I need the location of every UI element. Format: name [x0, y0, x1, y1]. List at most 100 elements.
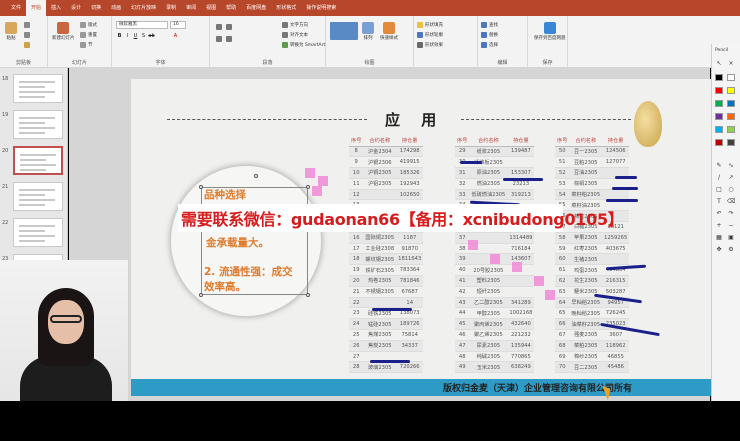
ribbon-tab[interactable]: 幻灯片放映	[126, 0, 161, 16]
resize-handle-bl[interactable]	[199, 293, 203, 297]
rotate-handle[interactable]	[254, 174, 258, 178]
rectangle-tool-icon[interactable]: □	[715, 186, 723, 194]
line-tool-icon[interactable]: /	[715, 174, 723, 182]
undo-icon[interactable]: ↶	[715, 210, 723, 218]
shape-effects-button[interactable]: 形状效果	[417, 42, 443, 48]
color-swatch[interactable]	[727, 126, 735, 133]
layout-button[interactable]: 版式	[80, 22, 97, 28]
strike-button[interactable]: ab	[148, 33, 155, 40]
select-button[interactable]: 选择	[481, 42, 498, 48]
resize-handle-br[interactable]	[306, 293, 310, 297]
slide-thumbnail[interactable]	[13, 146, 63, 175]
italic-button[interactable]: I	[124, 33, 131, 40]
resize-handle-tr[interactable]	[306, 185, 310, 189]
ribbon-tab[interactable]: 开始	[26, 0, 47, 16]
smartart-button[interactable]: 转换为 SmartArt	[282, 42, 325, 48]
underline-button[interactable]: U	[132, 33, 139, 40]
zoom-out-icon[interactable]: −	[727, 222, 735, 230]
grid-icon[interactable]: ▦	[715, 234, 723, 242]
pointer-tool-icon[interactable]: ↖	[715, 60, 723, 68]
move-icon[interactable]: ✥	[715, 246, 723, 254]
table-cell: 豆一2305	[569, 146, 603, 158]
ribbon-tab[interactable]: 动画	[106, 0, 126, 16]
ribbon-tab[interactable]: 文件	[6, 0, 26, 16]
slide-thumbnail[interactable]	[13, 110, 63, 139]
thumbnail-content-line	[19, 230, 45, 232]
color-swatch[interactable]	[715, 100, 723, 107]
ribbon-tab[interactable]: 帮助	[221, 0, 241, 16]
ellipse-tool-icon[interactable]: ○	[727, 186, 735, 194]
numbering-button[interactable]	[226, 24, 232, 30]
table-row: 29 纸浆2305 139487	[455, 146, 535, 158]
replace-button[interactable]: 替换	[481, 32, 498, 38]
ribbon-tab[interactable]: 切换	[86, 0, 106, 16]
thumbnail-content-line	[19, 81, 55, 83]
color-swatch[interactable]	[715, 113, 723, 120]
bold-button[interactable]: B	[116, 33, 123, 40]
quick-styles-icon	[383, 22, 395, 34]
pen-tool-icon[interactable]: ✎	[715, 162, 723, 170]
trash-icon[interactable]: ▣	[727, 234, 735, 242]
arrange-button[interactable]: 排列	[362, 22, 374, 41]
settings-icon[interactable]: ⚙	[727, 246, 735, 254]
slide-title[interactable]: 应 用	[385, 109, 444, 130]
bullets-button[interactable]	[216, 24, 222, 30]
copy-icon	[24, 32, 30, 38]
color-swatch[interactable]	[727, 74, 735, 81]
color-swatch[interactable]	[727, 139, 735, 146]
text-tool-icon[interactable]: T	[715, 198, 723, 206]
ribbon-tab[interactable]: 百度网盘	[241, 0, 271, 16]
bullets-icon	[216, 24, 222, 30]
font-color-button[interactable]: A	[172, 33, 179, 40]
ribbon-tab[interactable]: 录制	[161, 0, 181, 16]
cut-button[interactable]	[24, 22, 30, 28]
table-row: 41 塑料2305	[455, 275, 535, 287]
shapes-gallery[interactable]	[330, 22, 358, 40]
color-swatch[interactable]	[715, 126, 723, 133]
color-swatch[interactable]	[727, 87, 735, 94]
align-text-button[interactable]: 对齐文本	[282, 32, 308, 38]
find-button[interactable]: 查找	[481, 22, 498, 28]
baidu-save-button[interactable]: 保存到百度网盘	[534, 22, 566, 41]
slide-thumbnail[interactable]	[13, 74, 63, 103]
resize-handle-tl[interactable]	[199, 185, 203, 189]
ribbon-tab[interactable]: 审阅	[181, 0, 201, 16]
color-swatch[interactable]	[715, 87, 723, 94]
section-button[interactable]: 节	[80, 42, 93, 48]
eraser-icon[interactable]: ⌫	[727, 198, 735, 206]
ribbon-tab[interactable]: 视图	[201, 0, 221, 16]
shape-outline-button[interactable]: 形状轮廓	[417, 32, 443, 38]
ribbon-tab[interactable]: 插入	[46, 0, 66, 16]
table-cell: 甲醇2305	[469, 307, 508, 320]
quick-styles-button[interactable]: 快速样式	[380, 22, 398, 41]
shape-fill-button[interactable]: 形状填充	[417, 22, 443, 28]
shadow-button[interactable]: S	[140, 33, 147, 40]
color-swatch[interactable]	[715, 139, 723, 146]
close-icon[interactable]: ×	[727, 60, 735, 68]
slide-thumbnail[interactable]	[13, 182, 63, 211]
text-direction-button[interactable]: 文字方向	[282, 22, 308, 28]
table-cell: 铁矿石2305	[363, 264, 397, 277]
zoom-in-icon[interactable]: +	[715, 222, 723, 230]
table-row: 22 14	[349, 297, 424, 309]
ribbon-tab[interactable]: 形状格式	[271, 0, 301, 16]
font-name-select[interactable]: 微软雅黑	[116, 21, 168, 29]
ribbon-tab[interactable]: 设计	[66, 0, 86, 16]
ribbon-tab[interactable]: 操作说明搜索	[301, 0, 341, 16]
format-painter-button[interactable]	[24, 42, 30, 48]
reset-button[interactable]: 重置	[80, 32, 97, 38]
align-center-button[interactable]	[226, 36, 232, 42]
copy-button[interactable]	[24, 32, 30, 38]
color-swatch[interactable]	[727, 113, 735, 120]
paste-button[interactable]: 粘贴	[5, 22, 17, 41]
font-size-select[interactable]: 16	[170, 21, 186, 29]
redo-icon[interactable]: ↷	[727, 210, 735, 218]
new-slide-button[interactable]: 新建幻灯片	[52, 22, 75, 41]
highlighter-icon[interactable]: ∿	[727, 162, 735, 170]
color-swatch[interactable]	[727, 100, 735, 107]
arrow-tool-icon[interactable]: ↗	[727, 174, 735, 182]
color-swatch[interactable]	[715, 74, 723, 81]
align-left-button[interactable]	[216, 36, 222, 42]
slide-thumbnail[interactable]	[13, 218, 63, 247]
table-row: 48 纯碱2305 770865	[455, 351, 535, 363]
